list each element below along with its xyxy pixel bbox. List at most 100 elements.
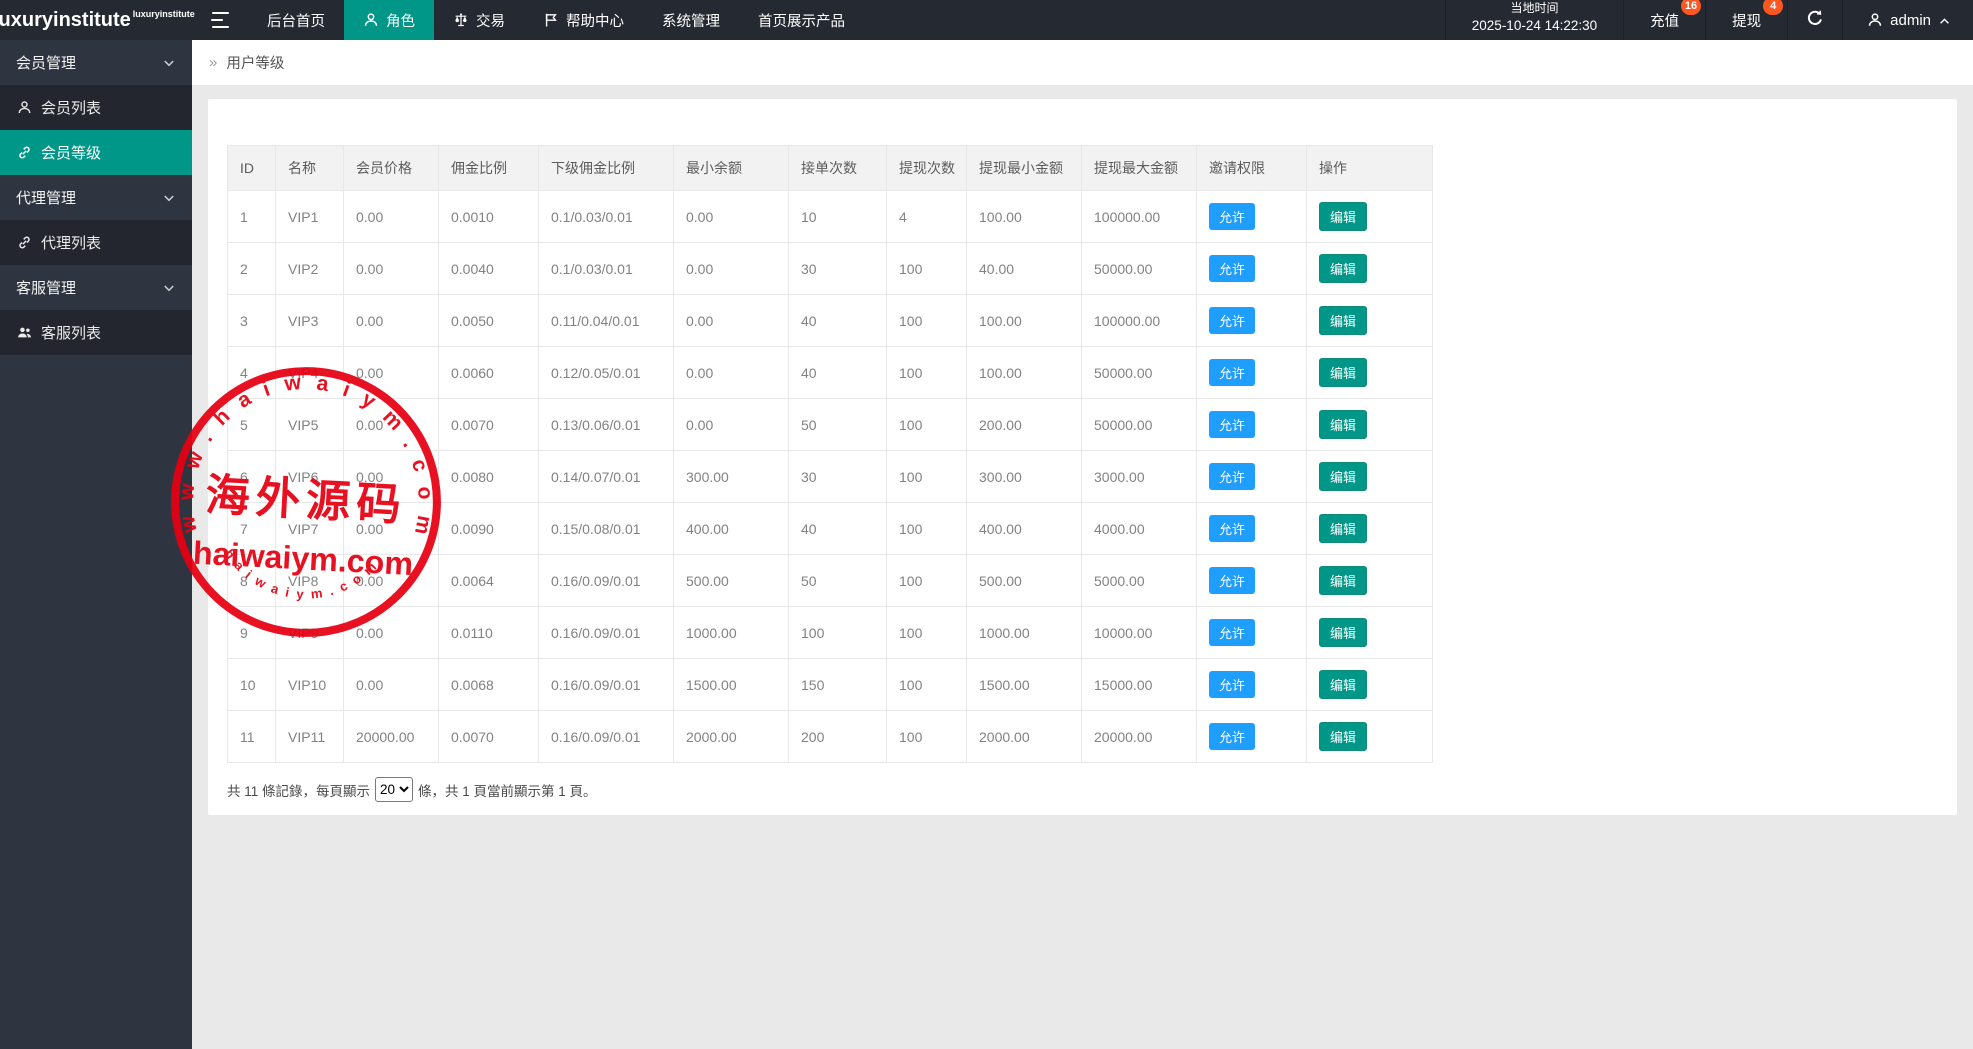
edit-button[interactable]: 编辑: [1319, 202, 1367, 231]
invite-permission-cell: 允许: [1197, 503, 1307, 555]
table-cell: 8: [228, 555, 276, 607]
table-cell: 0.00: [674, 399, 789, 451]
sidebar-item[interactable]: 代理列表: [0, 220, 192, 265]
allow-button[interactable]: 允许: [1209, 463, 1255, 490]
table-cell: 0.00: [344, 191, 439, 243]
sidebar-item[interactable]: 客服管理: [0, 265, 192, 310]
table-cell: 0.16/0.09/0.01: [539, 659, 674, 711]
allow-button[interactable]: 允许: [1209, 359, 1255, 386]
allow-button[interactable]: 允许: [1209, 723, 1255, 750]
admin-app: luxuryinstitute luxuryinstitute 后台首页角色交易…: [0, 0, 1973, 1049]
pagination-prefix: 共 11 條記錄，每頁顯示: [227, 780, 370, 800]
table-cell: VIP6: [276, 451, 344, 503]
table-cell: 300.00: [674, 451, 789, 503]
table-cell: VIP9: [276, 607, 344, 659]
breadcrumb-separator-icon: »: [209, 54, 217, 71]
table-row: 6VIP60.000.00800.14/0.07/0.01300.0030100…: [228, 451, 1433, 503]
edit-button[interactable]: 编辑: [1319, 514, 1367, 543]
top-navbar: luxuryinstitute luxuryinstitute 后台首页角色交易…: [0, 0, 1973, 40]
table-cell: 100: [887, 607, 967, 659]
table-cell: 1500.00: [674, 659, 789, 711]
table-cell: 0.1/0.03/0.01: [539, 243, 674, 295]
edit-button[interactable]: 编辑: [1319, 358, 1367, 387]
table-header-cell: 佣金比例: [439, 146, 539, 191]
table-row: 8VIP80.000.00640.16/0.09/0.01500.0050100…: [228, 555, 1433, 607]
table-cell: 100: [887, 399, 967, 451]
table-cell: VIP1: [276, 191, 344, 243]
table-header-cell: 下级佣金比例: [539, 146, 674, 191]
nav-item[interactable]: 交易: [434, 0, 524, 40]
navbar-right: 当地时间 2025-10-24 14:22:30 充值 16 提现 4 admi…: [1445, 0, 1973, 40]
edit-button[interactable]: 编辑: [1319, 410, 1367, 439]
table-cell: 0.11/0.04/0.01: [539, 295, 674, 347]
edit-button[interactable]: 编辑: [1319, 254, 1367, 283]
chevron-down-icon: [162, 281, 176, 295]
table-header-cell: 提现最大金额: [1082, 146, 1197, 191]
per-page-select[interactable]: 20: [375, 777, 413, 802]
table-cell: 4: [228, 347, 276, 399]
table-cell: 40: [789, 295, 887, 347]
table-cell: 2000.00: [674, 711, 789, 763]
allow-button[interactable]: 允许: [1209, 671, 1255, 698]
table-header-cell: 操作: [1307, 146, 1433, 191]
edit-button[interactable]: 编辑: [1319, 722, 1367, 751]
table-header-cell: 最小余额: [674, 146, 789, 191]
table-cell: 0.00: [674, 295, 789, 347]
table-cell: 100.00: [967, 191, 1082, 243]
table-cell: 0.0050: [439, 295, 539, 347]
flag-icon: [543, 12, 559, 28]
nav-item[interactable]: 系统管理: [643, 0, 739, 40]
recharge-link[interactable]: 充值 16: [1623, 0, 1705, 40]
table-cell: 40: [789, 347, 887, 399]
sidebar-item[interactable]: 会员管理: [0, 40, 192, 85]
allow-button[interactable]: 允许: [1209, 567, 1255, 594]
allow-button[interactable]: 允许: [1209, 255, 1255, 282]
person-icon: [363, 12, 379, 28]
table-cell: 5000.00: [1082, 555, 1197, 607]
table-card: ID名称会员价格佣金比例下级佣金比例最小余额接单次数提现次数提现最小金额提现最大…: [208, 99, 1957, 815]
menu-toggle-icon[interactable]: [192, 0, 248, 40]
local-time-value: 2025-10-24 14:22:30: [1472, 18, 1597, 33]
edit-button[interactable]: 编辑: [1319, 618, 1367, 647]
table-cell: 30: [789, 451, 887, 503]
edit-button[interactable]: 编辑: [1319, 566, 1367, 595]
table-cell: 1500.00: [967, 659, 1082, 711]
sidebar-item[interactable]: 会员等级: [0, 130, 192, 175]
table-cell: 0.0090: [439, 503, 539, 555]
app-logo-text: luxuryinstitute: [0, 9, 131, 32]
table-cell: 0.00: [344, 295, 439, 347]
nav-item[interactable]: 角色: [344, 0, 434, 40]
sidebar-item[interactable]: 会员列表: [0, 85, 192, 130]
table-cell: 0.00: [344, 451, 439, 503]
allow-button[interactable]: 允许: [1209, 307, 1255, 334]
edit-button[interactable]: 编辑: [1319, 670, 1367, 699]
allow-button[interactable]: 允许: [1209, 515, 1255, 542]
allow-button[interactable]: 允许: [1209, 411, 1255, 438]
withdraw-link[interactable]: 提现 4: [1705, 0, 1787, 40]
table-cell: 1000.00: [967, 607, 1082, 659]
nav-item[interactable]: 后台首页: [248, 0, 344, 40]
table-row: 2VIP20.000.00400.1/0.03/0.010.003010040.…: [228, 243, 1433, 295]
sidebar-item[interactable]: 客服列表: [0, 310, 192, 355]
local-time-label: 当地时间: [1510, 1, 1558, 16]
refresh-button[interactable]: [1787, 0, 1842, 40]
table-cell: 0.15/0.08/0.01: [539, 503, 674, 555]
user-menu[interactable]: admin: [1842, 0, 1973, 40]
sidebar-menu: 会员管理会员列表会员等级代理管理代理列表客服管理客服列表: [0, 40, 192, 355]
nav-item[interactable]: 帮助中心: [524, 0, 643, 40]
table-cell: 100: [887, 243, 967, 295]
sidebar-item[interactable]: 代理管理: [0, 175, 192, 220]
allow-button[interactable]: 允许: [1209, 203, 1255, 230]
edit-button[interactable]: 编辑: [1319, 462, 1367, 491]
table-cell: 10000.00: [1082, 607, 1197, 659]
people-icon: [17, 325, 32, 340]
nav-item[interactable]: 首页展示产品: [739, 0, 864, 40]
table-cell: 0.0080: [439, 451, 539, 503]
table-cell: 0.0010: [439, 191, 539, 243]
allow-button[interactable]: 允许: [1209, 619, 1255, 646]
table-cell: 100: [887, 347, 967, 399]
edit-button[interactable]: 编辑: [1319, 306, 1367, 335]
invite-permission-cell: 允许: [1197, 191, 1307, 243]
table-cell: 0.00: [674, 191, 789, 243]
table-cell: 0.13/0.06/0.01: [539, 399, 674, 451]
